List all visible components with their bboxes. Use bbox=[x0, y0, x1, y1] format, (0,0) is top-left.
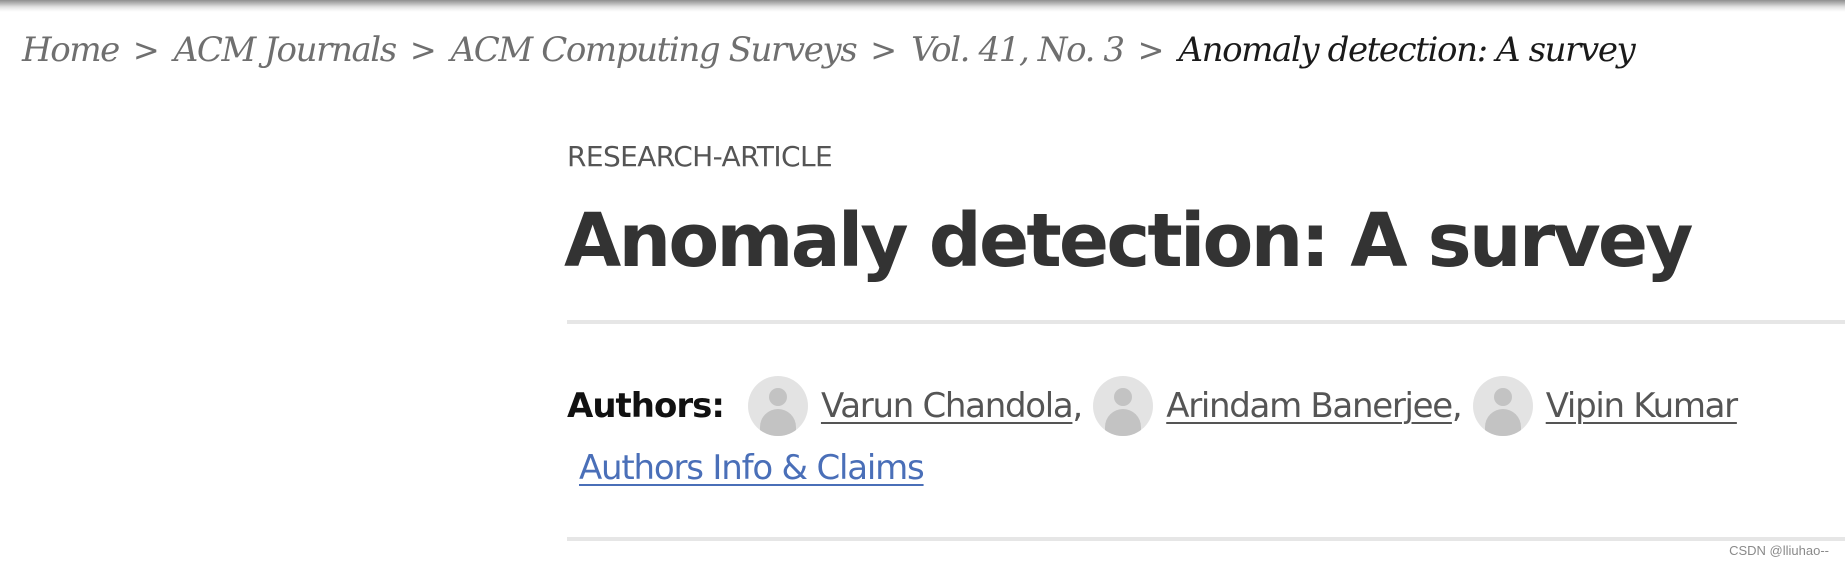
breadcrumb-acm-journals[interactable]: ACM Journals bbox=[174, 30, 398, 70]
author-name-link[interactable]: Arindam Banerjee bbox=[1166, 386, 1453, 426]
breadcrumb-volume-issue[interactable]: Vol. 41, No. 3 bbox=[911, 30, 1125, 70]
author-separator: , bbox=[1072, 386, 1084, 426]
breadcrumb-home[interactable]: Home bbox=[22, 30, 120, 70]
author-name-link[interactable]: Vipin Kumar bbox=[1546, 386, 1738, 426]
breadcrumb-separator: > bbox=[870, 31, 898, 69]
breadcrumb-acm-computing-surveys[interactable]: ACM Computing Surveys bbox=[451, 30, 858, 70]
author-separator: , bbox=[1451, 386, 1463, 426]
authors-label: Authors: bbox=[567, 386, 725, 426]
authors-divider bbox=[567, 537, 1845, 541]
authors-info-claims-link[interactable]: Authors Info & Claims bbox=[579, 448, 925, 488]
title-divider bbox=[567, 320, 1845, 324]
person-avatar-icon[interactable] bbox=[1093, 376, 1154, 436]
breadcrumb-separator: > bbox=[1137, 31, 1165, 69]
article-type-label: RESEARCH-ARTICLE bbox=[567, 140, 833, 173]
article-title: Anomaly detection: A survey bbox=[564, 198, 1694, 284]
watermark-text: CSDN @lliuhao-- bbox=[1729, 543, 1829, 558]
author-vipin-kumar[interactable]: Vipin Kumar bbox=[1472, 376, 1738, 436]
breadcrumb-current-page: Anomaly detection: A survey bbox=[1178, 30, 1635, 70]
top-shadow bbox=[0, 0, 1845, 12]
breadcrumb: Home > ACM Journals > ACM Computing Surv… bbox=[22, 26, 1636, 74]
author-varun-chandola[interactable]: Varun Chandola bbox=[747, 376, 1074, 436]
breadcrumb-separator: > bbox=[132, 31, 160, 69]
author-name-link[interactable]: Varun Chandola bbox=[821, 386, 1074, 426]
author-arindam-banerjee[interactable]: Arindam Banerjee bbox=[1093, 376, 1453, 436]
person-avatar-icon[interactable] bbox=[1472, 376, 1533, 436]
authors-row: Authors: Varun Chandola , Arindam Banerj… bbox=[567, 376, 1738, 436]
breadcrumb-separator: > bbox=[409, 31, 437, 69]
person-avatar-icon[interactable] bbox=[747, 376, 808, 436]
